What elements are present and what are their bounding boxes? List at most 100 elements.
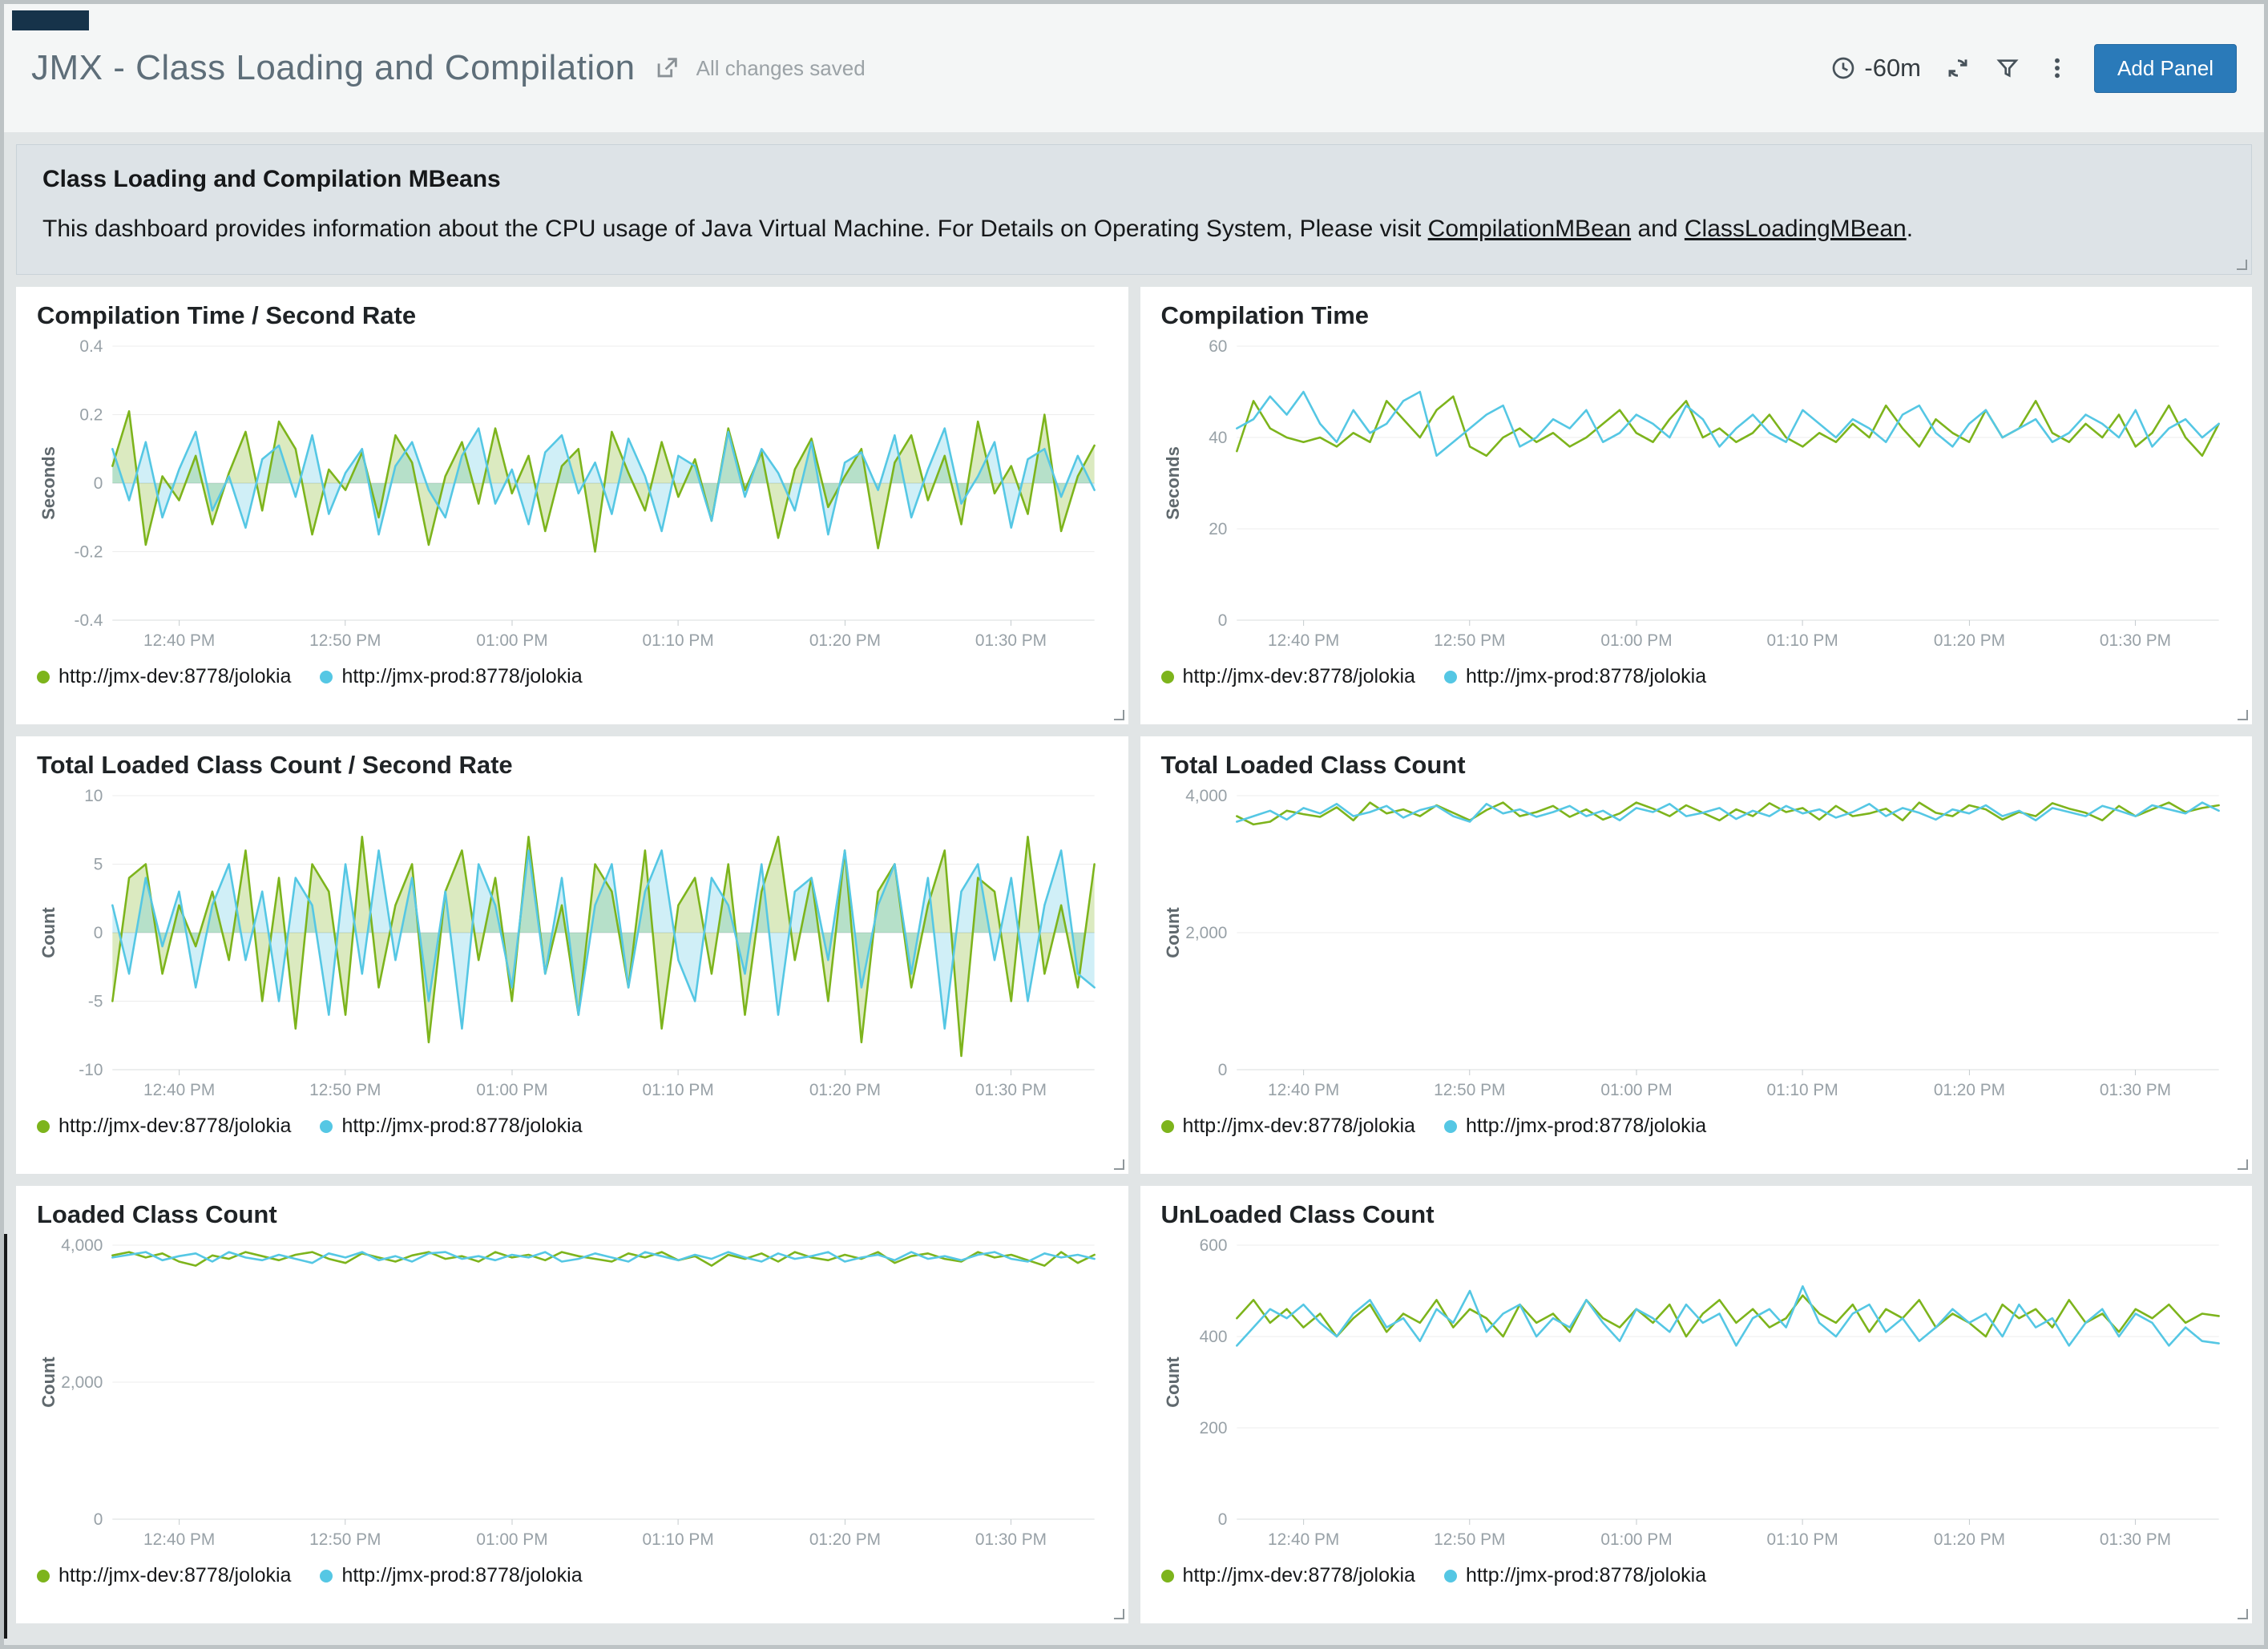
compilation-mbean-link[interactable]: CompilationMBean	[1428, 216, 1631, 242]
svg-text:40: 40	[1209, 429, 1227, 447]
time-range-button[interactable]: -60m	[1830, 54, 1921, 83]
resize-handle[interactable]	[1114, 1159, 1124, 1170]
svg-text:12:40 PM: 12:40 PM	[143, 1081, 215, 1099]
panel-compilation-time-rate: Compilation Time / Second Rate 0.40.20-0…	[16, 287, 1128, 724]
legend-item-prod[interactable]: http://jmx-prod:8778/jolokia	[320, 1115, 582, 1138]
svg-text:Count: Count	[38, 907, 59, 958]
chart-area[interactable]: 600400200012:40 PM12:50 PM01:00 PM01:10 …	[1161, 1236, 2232, 1556]
legend-label-dev: http://jmx-dev:8778/jolokia	[1183, 665, 1415, 688]
panel-title: Total Loaded Class Count / Second Rate	[37, 751, 1108, 780]
legend-dot-prod-icon	[320, 1120, 333, 1133]
time-range-value: -60m	[1864, 54, 1921, 83]
svg-text:01:30 PM: 01:30 PM	[975, 1530, 1047, 1549]
svg-text:0.4: 0.4	[79, 337, 103, 356]
panel-title: UnLoaded Class Count	[1161, 1200, 2232, 1229]
resize-handle[interactable]	[2237, 260, 2247, 270]
svg-text:5: 5	[94, 855, 103, 873]
svg-text:0: 0	[94, 1510, 103, 1529]
svg-text:-10: -10	[79, 1061, 103, 1079]
svg-text:01:10 PM: 01:10 PM	[643, 1081, 714, 1099]
svg-text:01:00 PM: 01:00 PM	[476, 631, 547, 650]
svg-text:12:40 PM: 12:40 PM	[143, 1530, 215, 1549]
legend-dot-prod-icon	[1444, 1120, 1457, 1133]
legend-dot-dev-icon	[1161, 671, 1174, 683]
legend-item-dev[interactable]: http://jmx-dev:8778/jolokia	[1161, 665, 1415, 688]
svg-text:01:20 PM: 01:20 PM	[1933, 1530, 2004, 1549]
top-bar: JMX - Class Loading and Compilation All …	[4, 4, 2264, 132]
resize-handle[interactable]	[2238, 710, 2248, 720]
legend: http://jmx-dev:8778/jolokia http://jmx-p…	[37, 665, 1108, 688]
legend-item-prod[interactable]: http://jmx-prod:8778/jolokia	[320, 1564, 582, 1587]
kebab-menu-icon[interactable]	[2044, 55, 2070, 81]
legend-label-dev: http://jmx-dev:8778/jolokia	[1183, 1115, 1415, 1138]
legend-label-prod: http://jmx-prod:8778/jolokia	[1466, 665, 1706, 688]
chart-area[interactable]: 4,0002,000012:40 PM12:50 PM01:00 PM01:10…	[1161, 786, 2232, 1107]
corner-strip	[12, 10, 89, 30]
svg-text:Count: Count	[1162, 1357, 1182, 1408]
chart-area[interactable]: 4,0002,000012:40 PM12:50 PM01:00 PM01:10…	[37, 1236, 1108, 1556]
svg-text:12:50 PM: 12:50 PM	[309, 1530, 381, 1549]
svg-text:01:10 PM: 01:10 PM	[643, 631, 714, 650]
legend: http://jmx-dev:8778/jolokia http://jmx-p…	[1161, 1115, 2232, 1138]
filter-icon[interactable]	[1995, 55, 2020, 81]
svg-text:12:50 PM: 12:50 PM	[1434, 1530, 1505, 1549]
svg-text:60: 60	[1209, 337, 1227, 356]
svg-text:01:30 PM: 01:30 PM	[975, 1081, 1047, 1099]
legend-item-prod[interactable]: http://jmx-prod:8778/jolokia	[320, 665, 582, 688]
panel-loaded-class-count: Loaded Class Count 4,0002,000012:40 PM12…	[16, 1186, 1128, 1623]
svg-text:01:00 PM: 01:00 PM	[476, 1081, 547, 1099]
legend-item-dev[interactable]: http://jmx-dev:8778/jolokia	[1161, 1115, 1415, 1138]
refresh-icon[interactable]	[1945, 55, 1971, 81]
svg-text:01:00 PM: 01:00 PM	[1600, 631, 1672, 650]
legend-item-dev[interactable]: http://jmx-dev:8778/jolokia	[37, 1115, 291, 1138]
svg-text:01:10 PM: 01:10 PM	[1766, 1081, 1838, 1099]
svg-text:0: 0	[94, 924, 103, 942]
svg-text:12:40 PM: 12:40 PM	[143, 631, 215, 650]
legend-dot-prod-icon	[1444, 671, 1457, 683]
legend: http://jmx-dev:8778/jolokia http://jmx-p…	[1161, 1564, 2232, 1587]
svg-text:600: 600	[1199, 1236, 1227, 1255]
legend: http://jmx-dev:8778/jolokia http://jmx-p…	[1161, 665, 2232, 688]
resize-handle[interactable]	[1114, 1609, 1124, 1619]
legend-dot-dev-icon	[37, 1120, 50, 1133]
legend: http://jmx-dev:8778/jolokia http://jmx-p…	[37, 1564, 1108, 1587]
legend-item-prod[interactable]: http://jmx-prod:8778/jolokia	[1444, 1564, 1706, 1587]
add-panel-button[interactable]: Add Panel	[2094, 44, 2237, 93]
legend-item-dev[interactable]: http://jmx-dev:8778/jolokia	[1161, 1564, 1415, 1587]
page-title: JMX - Class Loading and Compilation	[31, 48, 636, 88]
resize-handle[interactable]	[2238, 1159, 2248, 1170]
legend: http://jmx-dev:8778/jolokia http://jmx-p…	[37, 1115, 1108, 1138]
svg-text:01:10 PM: 01:10 PM	[643, 1530, 714, 1549]
svg-text:10: 10	[84, 787, 103, 805]
legend-item-dev[interactable]: http://jmx-dev:8778/jolokia	[37, 1564, 291, 1587]
chart-area[interactable]: 0.40.20-0.2-0.412:40 PM12:50 PM01:00 PM0…	[37, 337, 1108, 657]
svg-text:01:20 PM: 01:20 PM	[809, 1530, 881, 1549]
svg-text:01:10 PM: 01:10 PM	[1766, 1530, 1838, 1549]
chart-area[interactable]: 604020012:40 PM12:50 PM01:00 PM01:10 PM0…	[1161, 337, 2232, 657]
chart-area[interactable]: 1050-5-1012:40 PM12:50 PM01:00 PM01:10 P…	[37, 786, 1108, 1107]
svg-text:01:00 PM: 01:00 PM	[1600, 1530, 1672, 1549]
svg-text:Count: Count	[1162, 907, 1182, 958]
svg-text:Seconds: Seconds	[1162, 446, 1182, 520]
svg-text:4,000: 4,000	[61, 1236, 103, 1255]
edit-dashboard-icon[interactable]	[653, 54, 680, 82]
svg-text:12:40 PM: 12:40 PM	[1268, 1530, 1339, 1549]
panel-title: Compilation Time	[1161, 301, 2232, 330]
legend-item-prod[interactable]: http://jmx-prod:8778/jolokia	[1444, 1115, 1706, 1138]
legend-item-dev[interactable]: http://jmx-dev:8778/jolokia	[37, 665, 291, 688]
svg-text:01:30 PM: 01:30 PM	[2099, 1081, 2170, 1099]
classloading-mbean-link[interactable]: ClassLoadingMBean	[1685, 216, 1907, 242]
panel-title: Loaded Class Count	[37, 1200, 1108, 1229]
legend-item-prod[interactable]: http://jmx-prod:8778/jolokia	[1444, 665, 1706, 688]
svg-text:-0.4: -0.4	[75, 611, 103, 630]
svg-text:-5: -5	[88, 992, 103, 1010]
svg-text:12:50 PM: 12:50 PM	[309, 631, 381, 650]
panel-unloaded-class-count: UnLoaded Class Count 600400200012:40 PM1…	[1140, 1186, 2253, 1623]
resize-handle[interactable]	[1114, 710, 1124, 720]
scrollbar-artifact	[4, 1234, 7, 1639]
resize-handle[interactable]	[2238, 1609, 2248, 1619]
panel-grid: Class Loading and Compilation MBeans Thi…	[4, 132, 2264, 1635]
svg-text:Seconds: Seconds	[38, 446, 59, 520]
banner-text-intro: This dashboard provides information abou…	[42, 216, 1428, 242]
svg-text:4,000: 4,000	[1185, 787, 1227, 805]
